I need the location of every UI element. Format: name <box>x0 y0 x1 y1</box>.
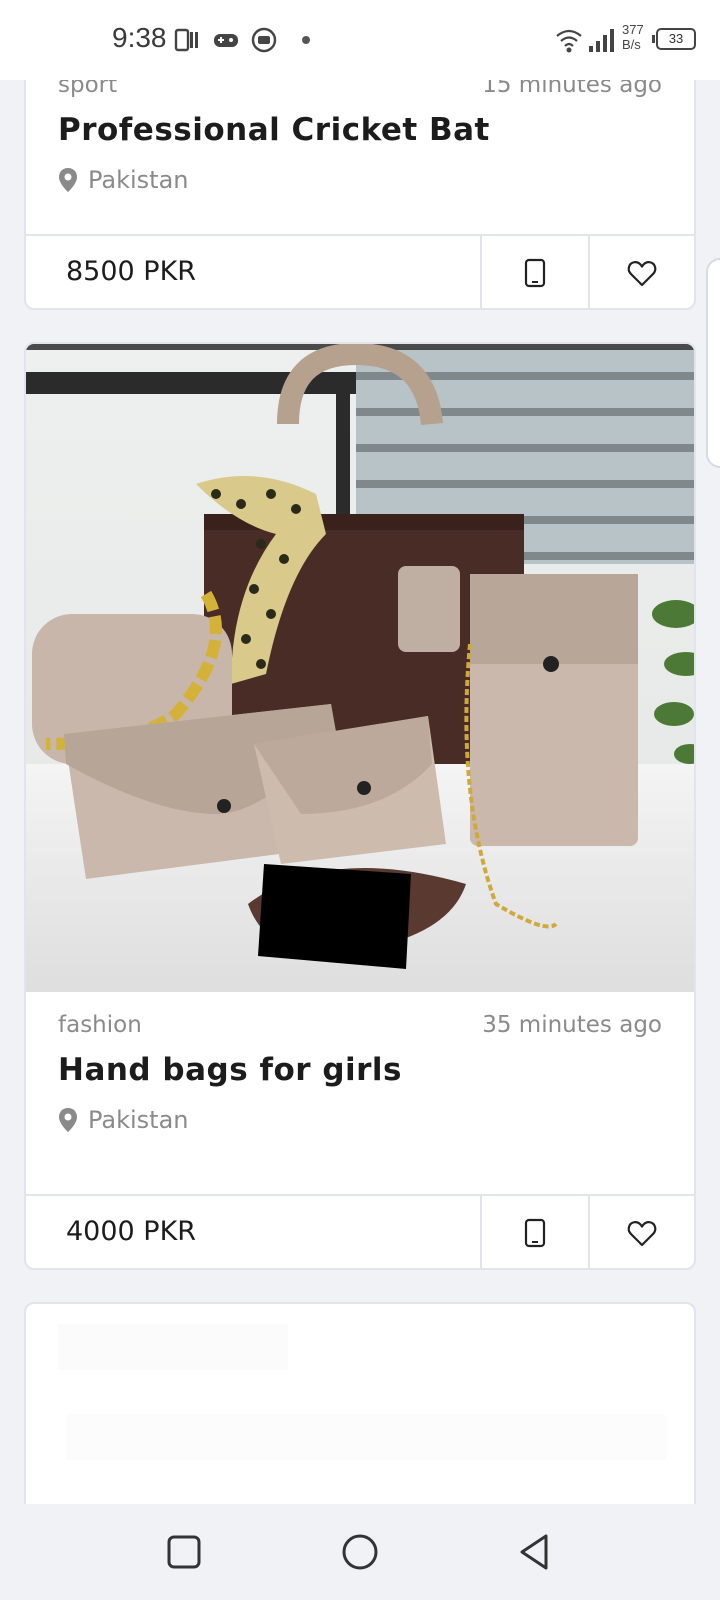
sim-card-icon <box>174 28 198 52</box>
wifi-icon <box>556 29 582 53</box>
screen: 9:38 377 B/s 33 sport 15 minutes ago Pro… <box>0 0 720 1600</box>
listing-category: fashion <box>58 1012 142 1038</box>
net-speed-unit: B/s <box>622 37 641 52</box>
gamepad-icon <box>214 34 238 47</box>
location-pin-icon <box>59 168 77 192</box>
status-time: 9:38 <box>112 22 167 53</box>
favorite-button[interactable] <box>588 236 694 308</box>
listing-location-text: Pakistan <box>88 166 189 194</box>
listing-card[interactable]: sport 15 minutes ago Professional Cricke… <box>24 40 696 310</box>
side-drawer-handle[interactable] <box>706 258 720 468</box>
heart-icon <box>627 261 657 287</box>
listing-location: Pakistan <box>58 1106 189 1134</box>
status-bar: 9:38 377 B/s 33 <box>0 0 720 80</box>
circle-icon[interactable] <box>340 1532 380 1572</box>
listing-price: 4000 PKR <box>66 1216 197 1247</box>
skeleton-block <box>66 1414 666 1460</box>
listing-footer: 8500 PKR <box>26 234 694 308</box>
listing-location: Pakistan <box>58 166 189 194</box>
location-pin-icon <box>59 1108 77 1132</box>
signal-icon <box>589 29 614 52</box>
listing-posted-time: 35 minutes ago <box>482 1012 662 1038</box>
favorite-button[interactable] <box>588 1196 694 1268</box>
call-button[interactable] <box>480 236 588 308</box>
listing-title[interactable]: Professional Cricket Bat <box>58 112 490 148</box>
net-speed-value: 377 <box>622 22 644 37</box>
battery-indicator: 33 <box>652 28 696 50</box>
download-icon <box>251 27 277 53</box>
listing-meta: fashion 35 minutes ago <box>58 1012 662 1038</box>
listing-title[interactable]: Hand bags for girls <box>58 1052 402 1088</box>
phone-icon <box>524 258 546 288</box>
triangle-back-icon[interactable] <box>516 1532 556 1572</box>
square-icon[interactable] <box>164 1532 204 1572</box>
system-nav-bar <box>0 1504 720 1600</box>
heart-icon <box>627 1221 657 1247</box>
listing-photo[interactable] <box>26 344 694 992</box>
call-button[interactable] <box>480 1196 588 1268</box>
phone-icon <box>524 1218 546 1248</box>
listing-footer: 4000 PKR <box>26 1194 694 1268</box>
listing-location-text: Pakistan <box>88 1106 189 1134</box>
notification-dot <box>302 36 310 44</box>
skeleton-block <box>58 1324 288 1370</box>
listing-card[interactable]: fashion 35 minutes ago Hand bags for gir… <box>24 342 696 1270</box>
listing-price: 8500 PKR <box>66 256 197 287</box>
net-speed: 377 B/s <box>622 22 644 52</box>
